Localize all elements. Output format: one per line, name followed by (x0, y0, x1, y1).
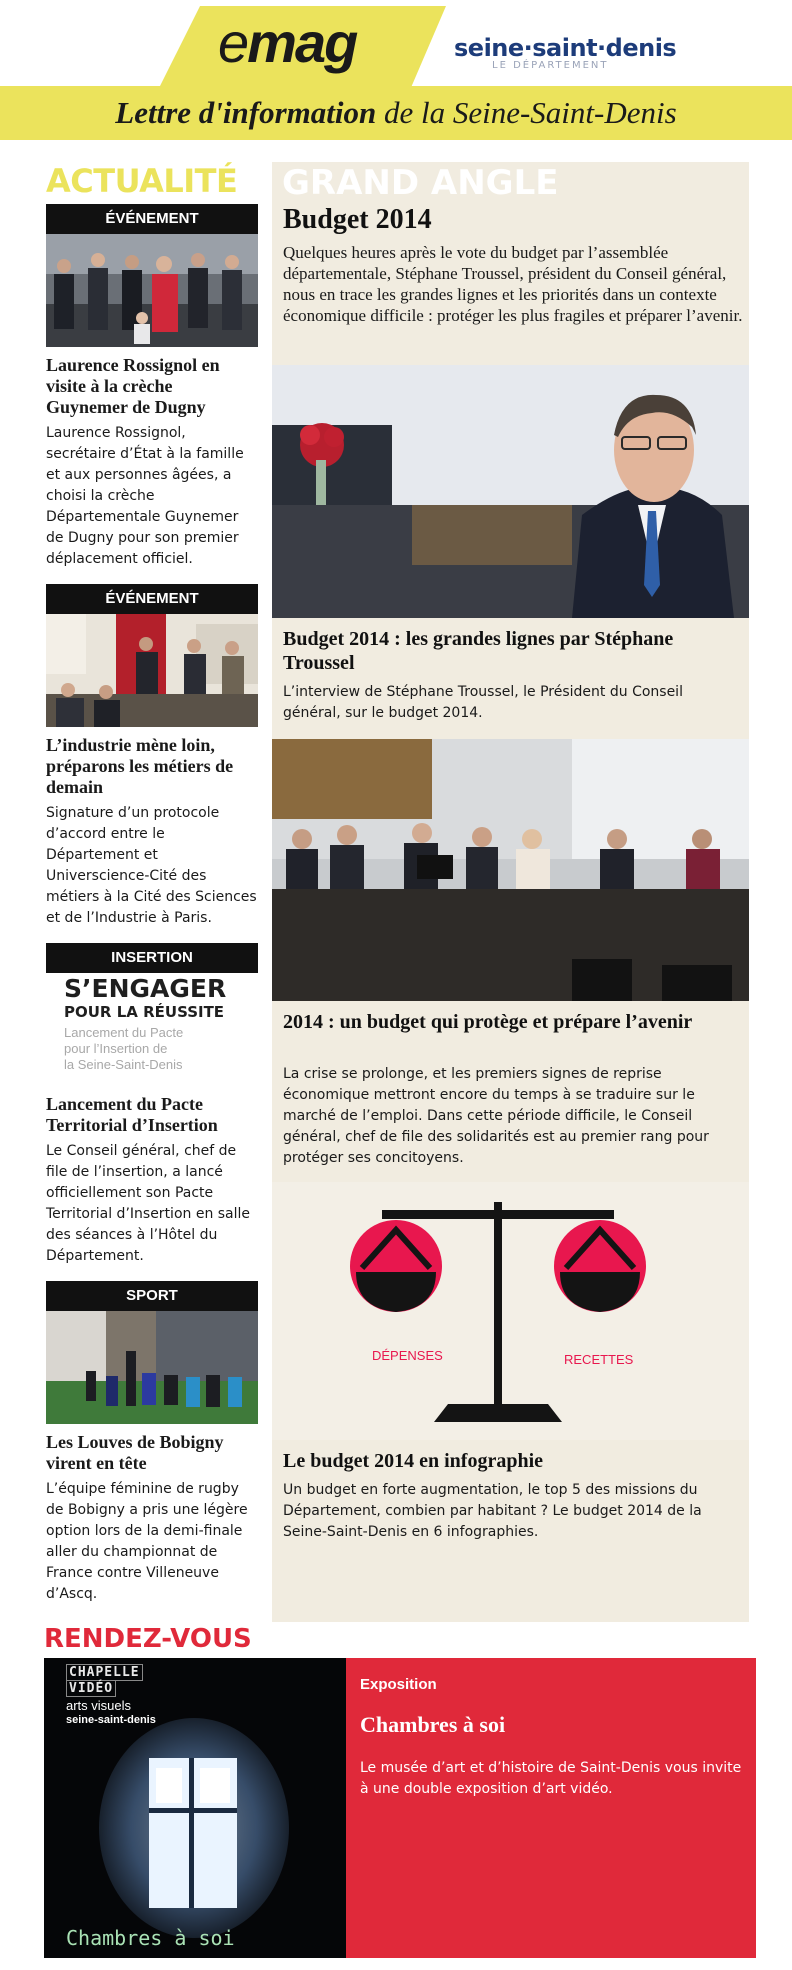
article-title[interactable]: L’industrie mène loin, préparons les mét… (46, 735, 258, 798)
article-photo[interactable] (46, 1311, 258, 1424)
item-text: La crise se prolonge, et les premiers si… (283, 1066, 709, 1166)
grand-angle-column: GRAND ANGLE Budget 2014 Quelques heures … (272, 162, 749, 1622)
visual-line: CHAPELLE (66, 1664, 143, 1681)
article-title[interactable]: Laurence Rossignol en visite à la crèche… (46, 355, 258, 418)
department-name: seine·saint·denis (454, 34, 677, 62)
scale-label-depenses: DÉPENSES (372, 1348, 443, 1363)
rendez-vous-title: RENDEZ-VOUS (44, 1624, 252, 1654)
photo-group-visit (46, 234, 258, 347)
item-text: L’interview de Stéphane Troussel, le Pré… (283, 684, 683, 721)
rendez-vous-text: Le musée d’art et d’histoire de Saint-De… (360, 1760, 742, 1797)
emag-logo[interactable]: emag (218, 10, 358, 75)
item-title[interactable]: Budget 2014 : les grandes lignes par Sté… (283, 627, 743, 675)
tagline: Lettre d'information de la Seine-Saint-D… (0, 86, 792, 140)
visual-line: la Seine-Saint-Denis (64, 1057, 183, 1072)
grand-angle-intro: Quelques heures après le vote du budget … (283, 243, 743, 325)
article-card[interactable]: SPORT Les Louves de Bobigny virent en tê… (46, 1281, 258, 1605)
article-card[interactable]: ÉVÉNEMENT Laurence Rossignol en visite à… (46, 204, 258, 570)
photo-assembly (272, 739, 749, 1001)
photo-portrait (272, 365, 749, 618)
article-card[interactable]: INSERTION S’ENGAGER POUR LA RÉUSSITE Lan… (46, 943, 258, 1267)
actualite-column: ACTUALITÉ ÉVÉNEMENT Laurence Rossignol e… (46, 162, 258, 1605)
category-label: ÉVÉNEMENT (46, 204, 258, 234)
article-text: L’équipe féminine de rugby de Bobigny a … (46, 1481, 248, 1602)
article-text: Signature d’un protocole d’accord entre … (46, 805, 257, 926)
scale-icon (350, 1202, 646, 1422)
photo-rugby (46, 1311, 258, 1424)
header: emag seine·saint·denis LE DÉPARTEMENT Le… (0, 0, 792, 140)
item-text: Un budget en forte augmentation, le top … (283, 1482, 702, 1540)
actualite-title: ACTUALITÉ (46, 162, 238, 200)
item-title[interactable]: Le budget 2014 en infographie (283, 1449, 743, 1473)
article-title[interactable]: Les Louves de Bobigny virent en tête (46, 1432, 258, 1474)
article-text: Laurence Rossignol, secrétaire d’État à … (46, 425, 244, 567)
scale-label-recettes: RECETTES (564, 1352, 634, 1367)
visual-caption: Chambres à soi (66, 1926, 235, 1950)
infographic[interactable]: DÉPENSES RECETTES (272, 1182, 749, 1440)
rendez-vous-headline[interactable]: Chambres à soi (360, 1712, 505, 1738)
visual-line: Lancement du Pacte (64, 1025, 184, 1040)
article-text: Le Conseil général, chef de file de l’in… (46, 1143, 251, 1264)
visual-line: VIDÉO (66, 1680, 117, 1697)
exhibition-visual[interactable]: CHAPELLE VIDÉO arts visuels seine-saint-… (44, 1658, 346, 1958)
category-label: ÉVÉNEMENT (46, 584, 258, 614)
grand-angle-title: GRAND ANGLE (282, 163, 559, 203)
article-card[interactable]: ÉVÉNEMENT L’industrie mène loin, préparo… (46, 584, 258, 929)
visual-line: arts visuels (66, 1698, 132, 1713)
logo-e: e (218, 11, 249, 74)
article-title[interactable]: Lancement du Pacte Territorial d’Inserti… (46, 1094, 258, 1136)
assembly-photo[interactable] (272, 739, 749, 1001)
category-label: SPORT (46, 1281, 258, 1311)
visual-line: POUR LA RÉUSSITE (64, 1003, 225, 1021)
rendez-vous-category: Exposition (360, 1676, 437, 1693)
grand-angle-headline[interactable]: Budget 2014 (283, 204, 432, 236)
category-label: INSERTION (46, 943, 258, 973)
tagline-bold: Lettre d'information (115, 95, 377, 130)
article-photo[interactable] (46, 614, 258, 727)
rendez-vous-panel: Exposition Chambres à soi Le musée d’art… (346, 1658, 756, 1958)
rendez-vous-card[interactable]: CHAPELLE VIDÉO arts visuels seine-saint-… (44, 1658, 756, 1958)
item-title[interactable]: 2014 : un budget qui protège et prépare … (283, 1010, 743, 1034)
visual-line: pour l’Insertion de (64, 1041, 168, 1056)
tagline-rest: de la Seine-Saint-Denis (376, 95, 677, 130)
interview-photo[interactable] (272, 365, 749, 618)
department-logo[interactable]: seine·saint·denis LE DÉPARTEMENT (454, 34, 677, 71)
visual-line: seine-saint-denis (66, 1714, 156, 1726)
article-visual[interactable]: S’ENGAGER POUR LA RÉUSSITE Lancement du … (46, 973, 258, 1086)
visual-line: S’ENGAGER (64, 974, 227, 1003)
photo-signing (46, 614, 258, 727)
logo-mag: mag (247, 11, 358, 74)
article-photo[interactable] (46, 234, 258, 347)
